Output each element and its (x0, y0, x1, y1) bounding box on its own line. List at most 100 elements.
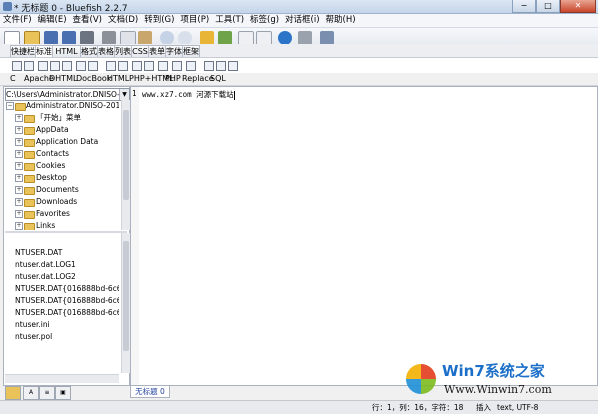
save-all-icon[interactable] (62, 31, 76, 45)
list-item[interactable]: ntuser.dat.LOG2 (15, 271, 76, 283)
pane-splitter[interactable] (5, 231, 127, 233)
lang-sql[interactable]: SQL (210, 73, 226, 85)
file-list-scrollbar[interactable] (121, 233, 130, 373)
document-tab[interactable]: 无标题 0 ✕ (130, 386, 170, 407)
lang-php[interactable]: PHP (165, 73, 181, 85)
menu-help[interactable]: 帮助(H) (323, 14, 359, 27)
expand-icon[interactable]: + (15, 138, 23, 146)
lang-html[interactable]: HTML (107, 73, 129, 85)
expand-icon[interactable]: + (15, 198, 23, 206)
body-icon[interactable] (24, 61, 34, 71)
tab-frames[interactable]: 框架 (182, 45, 200, 57)
align-center-icon[interactable] (144, 61, 154, 71)
folder-label: 「开始」菜单 (36, 113, 81, 122)
menu-edit[interactable]: 编辑(E) (35, 14, 70, 27)
find-icon[interactable] (160, 31, 174, 45)
italic-icon[interactable] (50, 61, 60, 71)
tab-tables[interactable]: 表格 (97, 45, 115, 57)
filebrowser-tab-icon[interactable] (5, 386, 21, 400)
tab-format[interactable]: 格式 (80, 45, 98, 57)
tab-html5[interactable]: HTML 5 (52, 45, 81, 67)
multi-thumbnail-icon[interactable] (228, 61, 238, 71)
expand-icon[interactable]: + (15, 222, 23, 230)
menu-dialogs[interactable]: 对话框(i) (282, 14, 323, 27)
menu-document[interactable]: 文档(D) (105, 14, 141, 27)
menu-tools[interactable]: 工具(T) (212, 14, 247, 27)
expand-icon[interactable]: + (15, 114, 23, 122)
bookmarks-tab-icon[interactable]: ▣ (55, 386, 71, 400)
image-icon[interactable] (204, 61, 214, 71)
expand-icon[interactable]: + (15, 186, 23, 194)
minimize-button[interactable]: − (512, 0, 536, 13)
bold-icon[interactable] (38, 61, 48, 71)
expand-icon[interactable]: + (15, 174, 23, 182)
lang-c[interactable]: C (10, 73, 16, 85)
menu-tags[interactable]: 标签(g) (247, 14, 282, 27)
horizontal-scrollbar[interactable] (5, 374, 119, 383)
editor-area[interactable]: 1 www.xz7.com 河源下载站 (130, 86, 598, 386)
preferences-icon[interactable] (298, 31, 312, 45)
anchor-icon[interactable] (106, 61, 116, 71)
windows-logo-icon (406, 364, 436, 394)
tab-forms[interactable]: 表单 (148, 45, 166, 57)
menu-goto[interactable]: 转到(G) (141, 14, 177, 27)
paste-icon[interactable] (138, 31, 152, 45)
menu-project[interactable]: 项目(P) (177, 14, 212, 27)
scroll-thumb[interactable] (123, 110, 129, 200)
break-icon[interactable] (76, 61, 86, 71)
document-tab-label: 无标题 0 (135, 387, 165, 396)
thumbnail-icon[interactable] (216, 61, 226, 71)
email-icon[interactable] (186, 61, 196, 71)
comment-icon[interactable] (172, 61, 182, 71)
maximize-button[interactable]: □ (536, 0, 560, 13)
align-right-icon[interactable] (158, 61, 168, 71)
lang-replace[interactable]: Replace (182, 73, 214, 85)
fullscreen-icon[interactable] (320, 31, 334, 45)
hr-icon[interactable] (118, 61, 128, 71)
cut-icon[interactable] (102, 31, 116, 45)
align-left-icon[interactable] (132, 61, 142, 71)
expand-icon[interactable]: + (15, 162, 23, 170)
list-item[interactable]: NTUSER.DAT (15, 247, 62, 259)
tree-scrollbar[interactable] (121, 100, 130, 230)
list-item[interactable]: NTUSER.DAT{016888bd-6c6f-11de-8d1 (15, 307, 119, 319)
quickstart-icon[interactable] (12, 61, 22, 71)
list-item[interactable]: ntuser.dat.LOG1 (15, 259, 76, 271)
chevron-down-icon[interactable]: ▼ (119, 89, 129, 100)
save-icon[interactable] (44, 31, 58, 45)
close-file-icon[interactable] (80, 31, 94, 45)
menu-file[interactable]: 文件(F) (0, 14, 35, 27)
close-button[interactable]: ✕ (560, 0, 596, 13)
text-caret (233, 90, 235, 100)
preview-browser-icon[interactable] (278, 31, 292, 45)
tab-quickbar[interactable]: 快捷栏 (10, 45, 36, 57)
folder-tree: − Administrator.DNISO-201402208 +「开始」菜单 … (5, 100, 119, 230)
tab-lists[interactable]: 列表 (114, 45, 132, 57)
redo-icon[interactable] (218, 31, 232, 45)
folder-icon (24, 199, 35, 207)
expand-icon[interactable]: + (15, 210, 23, 218)
expand-icon[interactable]: + (15, 126, 23, 134)
list-item[interactable]: NTUSER.DAT{016888bd-6c6f-11de-8d1 (15, 283, 119, 295)
menu-view[interactable]: 查看(V) (70, 14, 105, 27)
undo-icon[interactable] (200, 31, 214, 45)
editor-text: www.xz7.com 河源下载站 (142, 90, 234, 99)
tab-fonts[interactable]: 字体 (165, 45, 183, 57)
collapse-icon[interactable]: − (6, 102, 14, 110)
nbsp-icon[interactable] (88, 61, 98, 71)
lang-dhtml[interactable]: DHTML (49, 73, 77, 85)
list-item[interactable]: ntuser.ini (15, 319, 50, 331)
list-item[interactable]: ntuser.pol (15, 331, 52, 343)
tab-css[interactable]: CSS (131, 45, 149, 57)
charmap-tab-icon[interactable]: A (23, 386, 39, 400)
replace-icon[interactable] (178, 31, 192, 45)
folder-label: Application Data (36, 137, 99, 146)
folder-icon (24, 163, 35, 171)
expand-icon[interactable]: + (15, 150, 23, 158)
scroll-thumb[interactable] (123, 241, 129, 351)
list-item[interactable]: NTUSER.DAT{016888bd-6c6f-11de-8d1 (15, 295, 119, 307)
folder-label: Favorites (36, 209, 70, 218)
editor-line[interactable]: www.xz7.com 河源下载站 (142, 89, 235, 100)
snippets-tab-icon[interactable]: ≡ (39, 386, 55, 400)
paragraph-icon[interactable] (62, 61, 72, 71)
